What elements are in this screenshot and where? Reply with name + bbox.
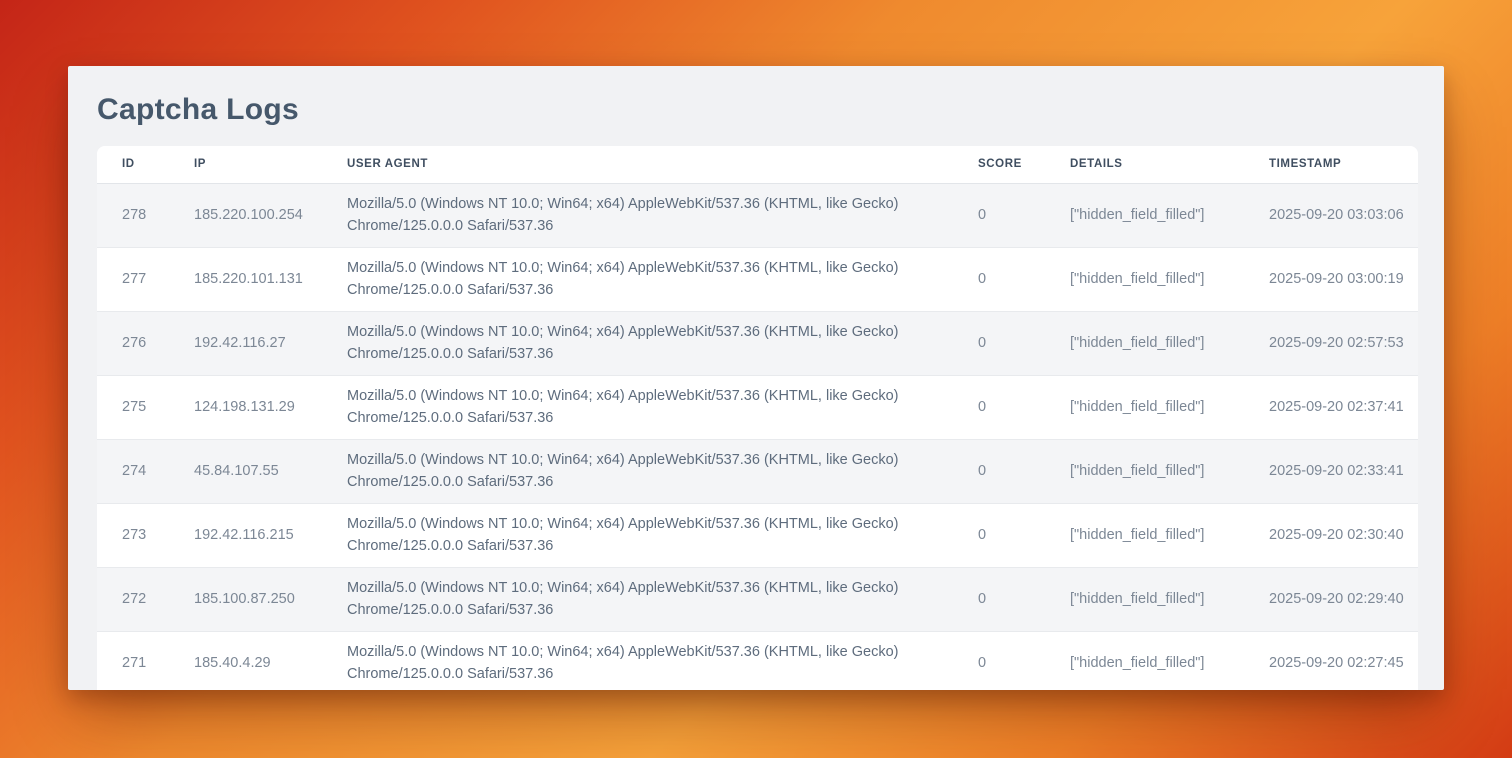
cell-id: 273	[97, 503, 194, 567]
column-header-score: SCORE	[978, 146, 1070, 183]
cell-id: 277	[97, 247, 194, 311]
cell-score: 0	[978, 247, 1070, 311]
cell-timestamp: 2025-09-20 03:03:06	[1269, 183, 1418, 247]
column-header-ip: IP	[194, 146, 347, 183]
cell-details: ["hidden_field_filled"]	[1070, 375, 1269, 439]
cell-user_agent: Mozilla/5.0 (Windows NT 10.0; Win64; x64…	[347, 375, 978, 439]
header-row: IDIPUSER AGENTSCOREDETAILSTIMESTAMP	[97, 146, 1418, 183]
cell-details: ["hidden_field_filled"]	[1070, 439, 1269, 503]
column-header-user-agent: USER AGENT	[347, 146, 978, 183]
cell-user_agent: Mozilla/5.0 (Windows NT 10.0; Win64; x64…	[347, 439, 978, 503]
table-row: 278185.220.100.254Mozilla/5.0 (Windows N…	[97, 183, 1418, 247]
cell-timestamp: 2025-09-20 02:27:45	[1269, 631, 1418, 690]
table-row: 271185.40.4.29Mozilla/5.0 (Windows NT 10…	[97, 631, 1418, 690]
cell-score: 0	[978, 567, 1070, 631]
cell-details: ["hidden_field_filled"]	[1070, 183, 1269, 247]
cell-user_agent: Mozilla/5.0 (Windows NT 10.0; Win64; x64…	[347, 631, 978, 690]
cell-details: ["hidden_field_filled"]	[1070, 631, 1269, 690]
cell-score: 0	[978, 311, 1070, 375]
cell-score: 0	[978, 439, 1070, 503]
cell-user_agent: Mozilla/5.0 (Windows NT 10.0; Win64; x64…	[347, 503, 978, 567]
cell-id: 274	[97, 439, 194, 503]
cell-user_agent: Mozilla/5.0 (Windows NT 10.0; Win64; x64…	[347, 183, 978, 247]
cell-timestamp: 2025-09-20 02:33:41	[1269, 439, 1418, 503]
cell-id: 272	[97, 567, 194, 631]
cell-score: 0	[978, 631, 1070, 690]
captcha-logs-table: IDIPUSER AGENTSCOREDETAILSTIMESTAMP 2781…	[97, 146, 1418, 690]
cell-details: ["hidden_field_filled"]	[1070, 247, 1269, 311]
cell-id: 276	[97, 311, 194, 375]
table-row: 277185.220.101.131Mozilla/5.0 (Windows N…	[97, 247, 1418, 311]
cell-score: 0	[978, 375, 1070, 439]
captcha-logs-card: Captcha Logs IDIPUSER AGENTSCOREDETAILST…	[68, 66, 1444, 690]
cell-details: ["hidden_field_filled"]	[1070, 503, 1269, 567]
cell-ip: 185.220.100.254	[194, 183, 347, 247]
cell-id: 278	[97, 183, 194, 247]
cell-timestamp: 2025-09-20 02:30:40	[1269, 503, 1418, 567]
column-header-id: ID	[97, 146, 194, 183]
cell-id: 271	[97, 631, 194, 690]
captcha-logs-table-container: IDIPUSER AGENTSCOREDETAILSTIMESTAMP 2781…	[97, 146, 1418, 690]
cell-user_agent: Mozilla/5.0 (Windows NT 10.0; Win64; x64…	[347, 247, 978, 311]
cell-details: ["hidden_field_filled"]	[1070, 311, 1269, 375]
cell-details: ["hidden_field_filled"]	[1070, 567, 1269, 631]
cell-score: 0	[978, 183, 1070, 247]
cell-timestamp: 2025-09-20 03:00:19	[1269, 247, 1418, 311]
column-header-details: DETAILS	[1070, 146, 1269, 183]
cell-timestamp: 2025-09-20 02:37:41	[1269, 375, 1418, 439]
cell-ip: 192.42.116.27	[194, 311, 347, 375]
table-row: 27445.84.107.55Mozilla/5.0 (Windows NT 1…	[97, 439, 1418, 503]
cell-ip: 45.84.107.55	[194, 439, 347, 503]
cell-ip: 185.100.87.250	[194, 567, 347, 631]
table-row: 276192.42.116.27Mozilla/5.0 (Windows NT …	[97, 311, 1418, 375]
cell-ip: 192.42.116.215	[194, 503, 347, 567]
cell-user_agent: Mozilla/5.0 (Windows NT 10.0; Win64; x64…	[347, 311, 978, 375]
table-row: 272185.100.87.250Mozilla/5.0 (Windows NT…	[97, 567, 1418, 631]
cell-ip: 124.198.131.29	[194, 375, 347, 439]
cell-timestamp: 2025-09-20 02:57:53	[1269, 311, 1418, 375]
table-row: 273192.42.116.215Mozilla/5.0 (Windows NT…	[97, 503, 1418, 567]
table-body: 278185.220.100.254Mozilla/5.0 (Windows N…	[97, 183, 1418, 690]
table-row: 275124.198.131.29Mozilla/5.0 (Windows NT…	[97, 375, 1418, 439]
cell-id: 275	[97, 375, 194, 439]
page-title: Captcha Logs	[97, 93, 1444, 127]
cell-ip: 185.40.4.29	[194, 631, 347, 690]
cell-user_agent: Mozilla/5.0 (Windows NT 10.0; Win64; x64…	[347, 567, 978, 631]
cell-score: 0	[978, 503, 1070, 567]
column-header-timestamp: TIMESTAMP	[1269, 146, 1418, 183]
cell-timestamp: 2025-09-20 02:29:40	[1269, 567, 1418, 631]
cell-ip: 185.220.101.131	[194, 247, 347, 311]
